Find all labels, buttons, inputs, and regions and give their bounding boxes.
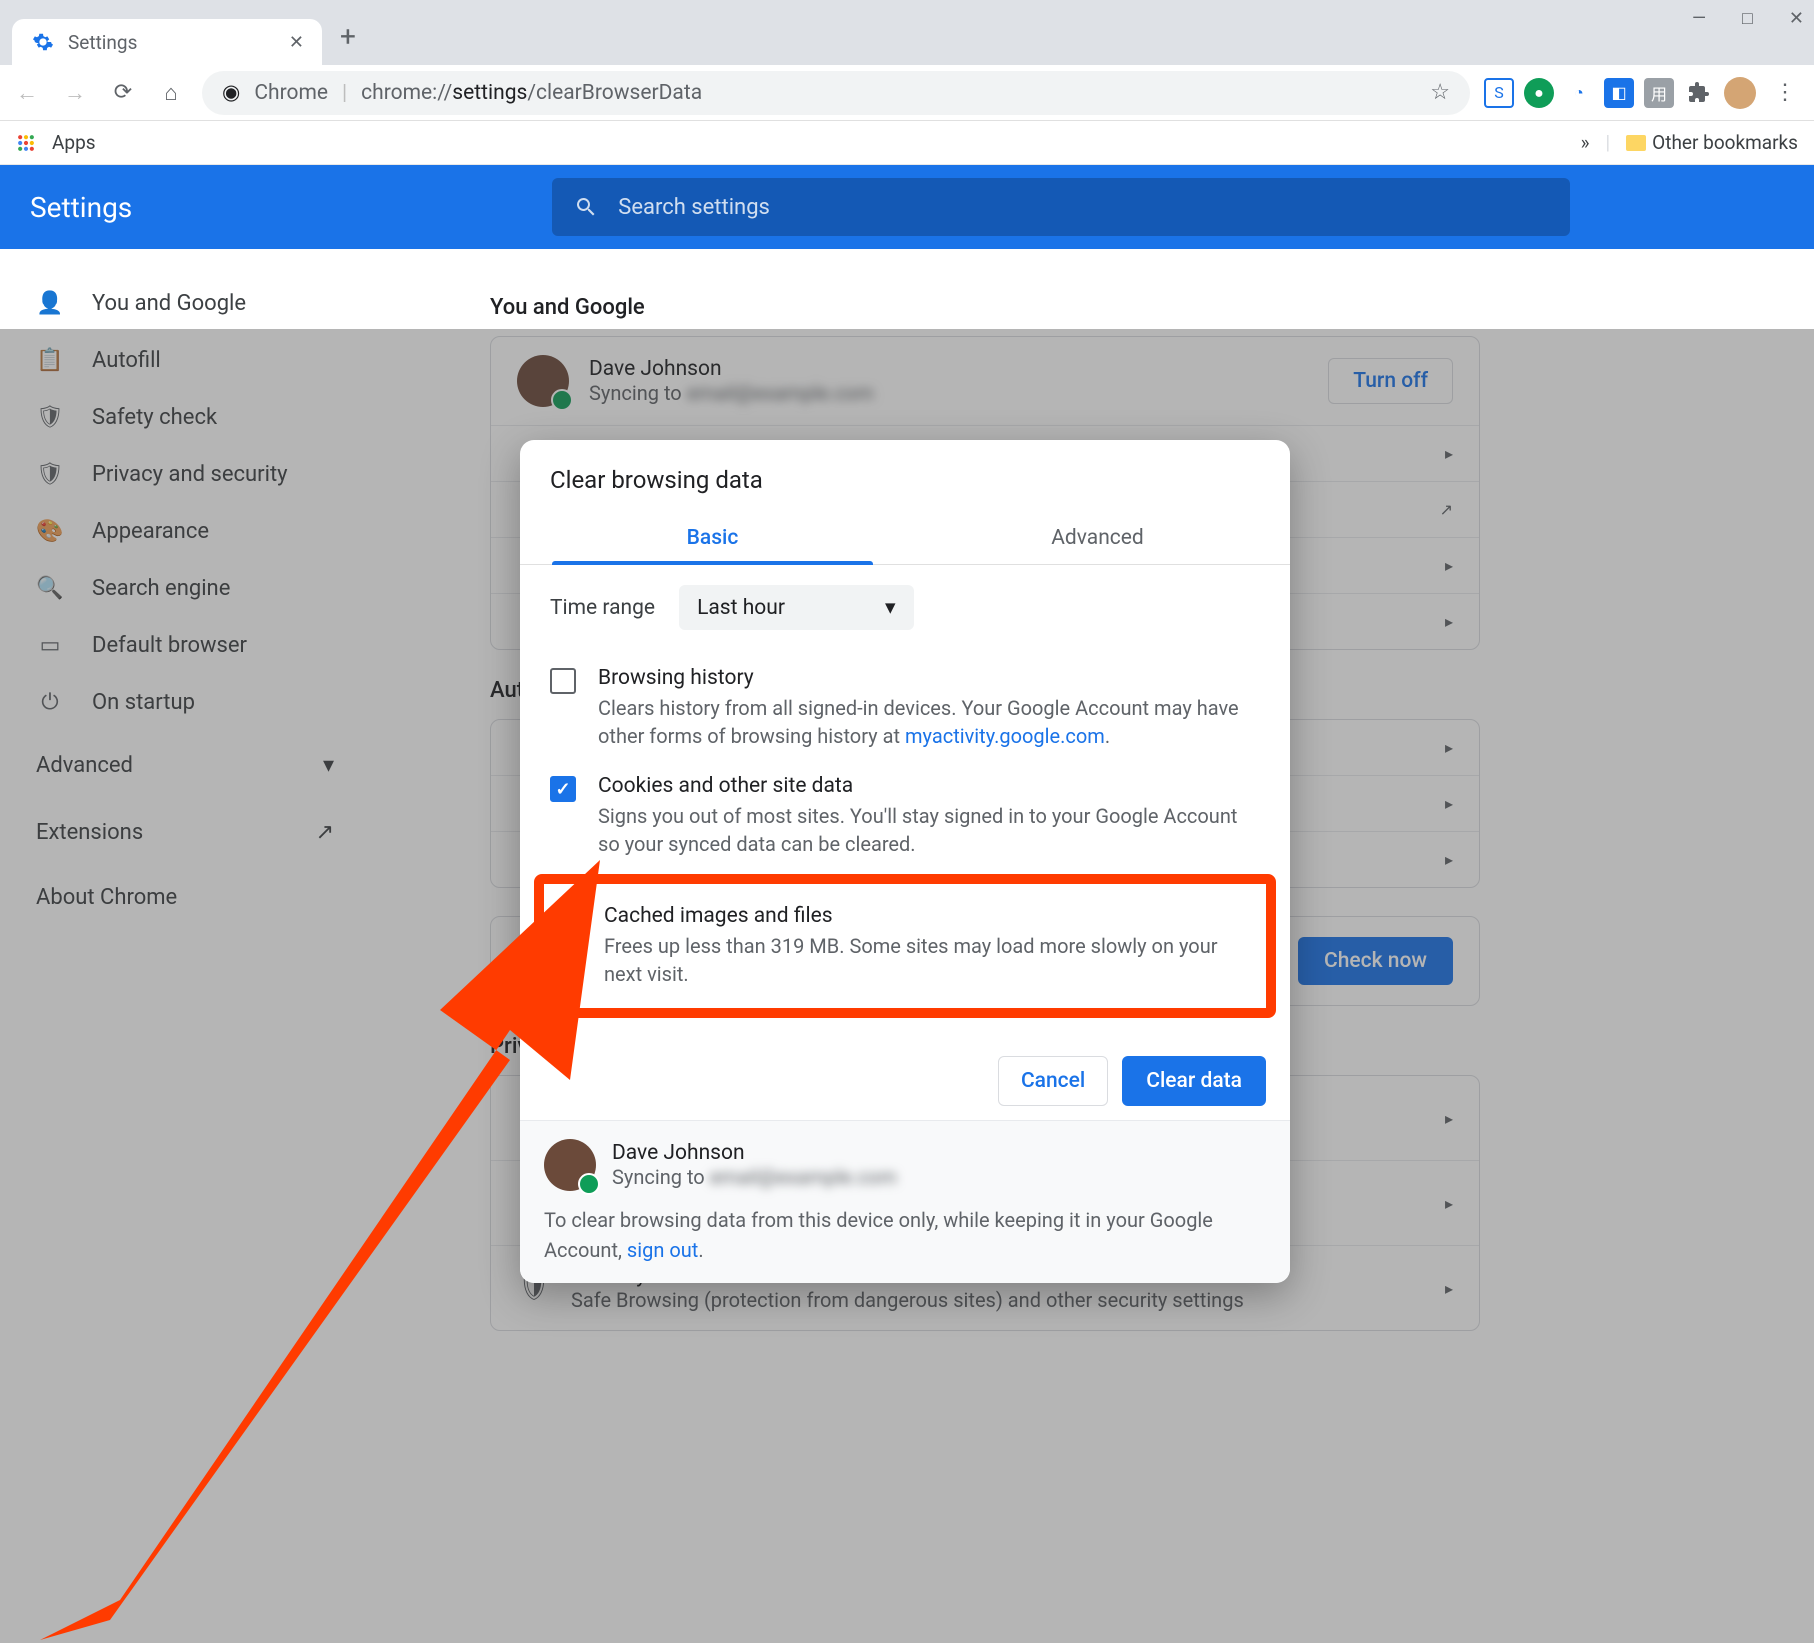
tab-advanced[interactable]: Advanced bbox=[905, 512, 1290, 564]
bookmarks-overflow[interactable]: » bbox=[1581, 131, 1590, 154]
highlighted-cache-option: ✓ Cached images and files Frees up less … bbox=[534, 874, 1276, 1018]
checkbox-cached[interactable]: ✓ bbox=[556, 906, 582, 932]
dialog-tabs: Basic Advanced bbox=[520, 512, 1290, 565]
cancel-button[interactable]: Cancel bbox=[998, 1056, 1108, 1106]
forward-button[interactable]: → bbox=[58, 76, 92, 110]
clear-browsing-data-dialog: Clear browsing data Basic Advanced Time … bbox=[520, 440, 1290, 1283]
profile-avatar[interactable] bbox=[1724, 77, 1756, 109]
avatar bbox=[544, 1139, 596, 1191]
extension-icons: S ● ◔ ◧ 用 ⋮ bbox=[1484, 77, 1804, 109]
site-icon: ◉ bbox=[222, 80, 240, 105]
gear-icon bbox=[30, 29, 56, 55]
url-path-bold: settings bbox=[452, 81, 527, 105]
footer-note: To clear browsing data from this device … bbox=[544, 1205, 1266, 1265]
section-you-and-google: You and Google bbox=[490, 295, 1814, 320]
new-tab-button[interactable]: + bbox=[340, 20, 356, 53]
toolbar: ← → ⟳ ⌂ ◉ Chrome | chrome://settings/cle… bbox=[0, 65, 1814, 121]
clear-data-button[interactable]: Clear data bbox=[1122, 1056, 1266, 1106]
check-title: Cookies and other site data bbox=[598, 774, 1260, 798]
close-tab-icon[interactable]: ✕ bbox=[289, 32, 304, 53]
check-item-cookies: ✓ Cookies and other site data Signs you … bbox=[550, 762, 1260, 870]
dialog-footer: Dave Johnson Syncing to email@example.co… bbox=[520, 1120, 1290, 1283]
extension-icon-4[interactable]: ◧ bbox=[1604, 78, 1634, 108]
check-title: Browsing history bbox=[598, 666, 1260, 690]
check-item-cached: ✓ Cached images and files Frees up less … bbox=[556, 892, 1254, 1000]
check-desc: Signs you out of most sites. You'll stay… bbox=[598, 802, 1260, 858]
checkbox-browsing-history[interactable] bbox=[550, 668, 576, 694]
settings-header: Settings Search settings bbox=[0, 165, 1814, 249]
sign-out-link[interactable]: sign out bbox=[627, 1238, 698, 1262]
other-bookmarks-label: Other bookmarks bbox=[1652, 131, 1798, 154]
extension-icon-1[interactable]: S bbox=[1484, 78, 1514, 108]
apps-icon[interactable] bbox=[16, 133, 36, 153]
close-window-button[interactable]: ✕ bbox=[1789, 8, 1804, 29]
url-path-rest: /clearBrowserData bbox=[527, 81, 702, 105]
checkbox-cookies[interactable]: ✓ bbox=[550, 776, 576, 802]
sidebar-item-you-and-google[interactable]: 👤 You and Google bbox=[0, 275, 370, 332]
maximize-button[interactable]: □ bbox=[1742, 8, 1753, 29]
url-product: Chrome bbox=[254, 81, 328, 105]
search-settings-input[interactable]: Search settings bbox=[552, 178, 1570, 236]
url-scheme: chrome:// bbox=[361, 81, 452, 105]
search-icon bbox=[574, 195, 598, 219]
myactivity-link[interactable]: myactivity.google.com bbox=[905, 724, 1105, 748]
tab-basic[interactable]: Basic bbox=[520, 512, 905, 564]
extension-icon-3[interactable]: ◔ bbox=[1564, 78, 1594, 108]
footer-user-name: Dave Johnson bbox=[612, 1141, 897, 1165]
other-bookmarks[interactable]: Other bookmarks bbox=[1626, 131, 1798, 154]
check-item-browsing-history: Browsing history Clears history from all… bbox=[550, 654, 1260, 762]
time-range-dropdown[interactable]: Last hour ▾ bbox=[679, 585, 913, 630]
tab-title: Settings bbox=[68, 31, 137, 54]
minimize-button[interactable]: — bbox=[1692, 8, 1706, 29]
url-separator: | bbox=[342, 81, 347, 105]
dropdown-value: Last hour bbox=[697, 596, 785, 620]
chevron-down-icon: ▾ bbox=[885, 595, 896, 620]
reload-button[interactable]: ⟳ bbox=[106, 76, 140, 110]
check-desc: Clears history from all signed-in device… bbox=[598, 694, 1260, 750]
extension-icon-5[interactable]: 用 bbox=[1644, 78, 1674, 108]
page-title: Settings bbox=[30, 191, 132, 224]
window-chrome: Settings ✕ + — □ ✕ bbox=[0, 0, 1814, 65]
address-bar[interactable]: ◉ Chrome | chrome://settings/clearBrowse… bbox=[202, 71, 1470, 115]
check-desc: Frees up less than 319 MB. Some sites ma… bbox=[604, 932, 1254, 988]
apps-label[interactable]: Apps bbox=[52, 131, 96, 154]
chrome-menu-button[interactable]: ⋮ bbox=[1766, 80, 1804, 105]
sidebar-item-label: You and Google bbox=[92, 291, 246, 316]
extensions-puzzle-icon[interactable] bbox=[1684, 78, 1714, 108]
bookmark-star-icon[interactable]: ☆ bbox=[1430, 80, 1450, 105]
bookmarks-bar: Apps » | Other bookmarks bbox=[0, 121, 1814, 165]
extension-icon-2[interactable]: ● bbox=[1524, 78, 1554, 108]
window-controls: — □ ✕ bbox=[1692, 8, 1804, 29]
time-range-label: Time range bbox=[550, 596, 655, 620]
folder-icon bbox=[1626, 135, 1646, 151]
home-button[interactable]: ⌂ bbox=[154, 76, 188, 110]
sync-badge-icon bbox=[578, 1173, 600, 1195]
dialog-title: Clear browsing data bbox=[520, 440, 1290, 512]
search-placeholder: Search settings bbox=[618, 195, 770, 220]
back-button[interactable]: ← bbox=[10, 76, 44, 110]
check-title: Cached images and files bbox=[604, 904, 1254, 928]
person-icon: 👤 bbox=[36, 291, 64, 316]
browser-tab[interactable]: Settings ✕ bbox=[12, 19, 322, 65]
